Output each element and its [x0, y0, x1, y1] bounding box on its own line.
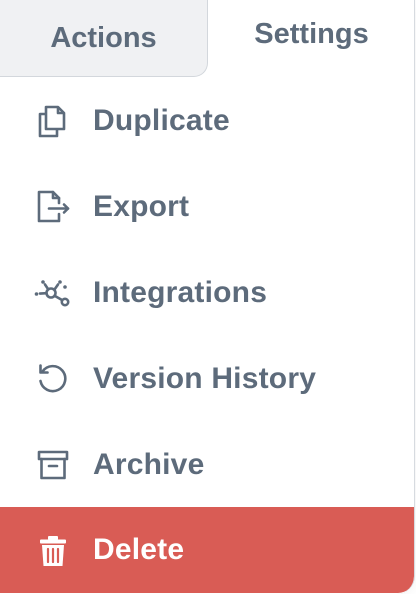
settings-menu-panel: Actions Settings Duplicate Export Integr… [0, 0, 415, 594]
export-icon [30, 185, 74, 229]
menu-item-label: Version History [93, 362, 317, 395]
menu-item-export[interactable]: Export [0, 164, 414, 250]
menu-item-archive[interactable]: Archive [0, 422, 414, 508]
menu-item-integrations[interactable]: Integrations [0, 250, 414, 336]
duplicate-icon [30, 99, 74, 143]
menu-item-label: Integrations [93, 276, 268, 309]
version-history-icon [30, 357, 74, 401]
tab-bar: Actions Settings [0, 0, 414, 78]
menu-item-label: Export [93, 190, 190, 223]
tab-actions[interactable]: Actions [0, 0, 208, 77]
trash-icon [30, 528, 74, 572]
tab-actions-label: Actions [50, 22, 157, 54]
menu-item-label: Archive [93, 448, 205, 481]
menu-item-label: Duplicate [93, 104, 230, 137]
tab-settings-label: Settings [254, 17, 369, 50]
menu-item-duplicate[interactable]: Duplicate [0, 78, 414, 164]
integrations-icon [30, 271, 74, 315]
menu-item-delete[interactable]: Delete [0, 507, 414, 593]
tab-settings[interactable]: Settings [209, 0, 414, 76]
archive-icon [30, 443, 74, 487]
menu-item-version-history[interactable]: Version History [0, 336, 414, 422]
menu-item-label: Delete [93, 533, 185, 566]
